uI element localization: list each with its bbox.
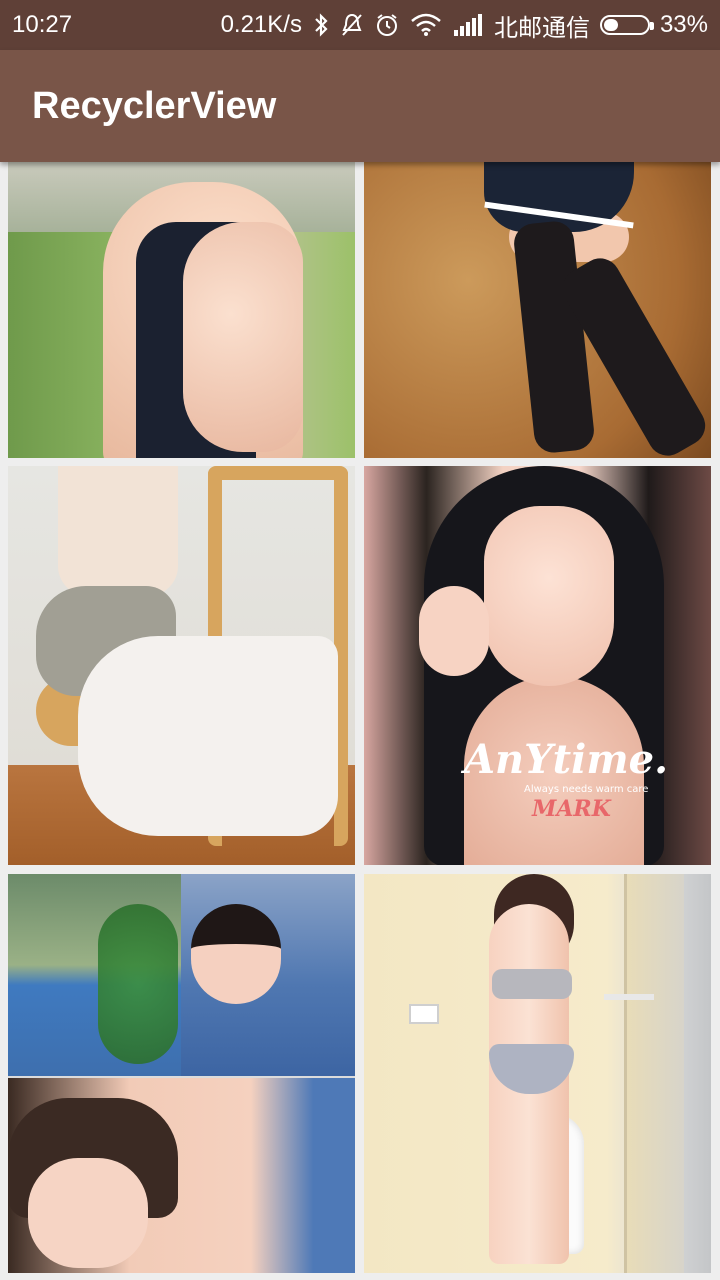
bluetooth-icon (312, 12, 330, 38)
collage-photo-3 (8, 1078, 355, 1273)
collage-photo-2 (181, 874, 355, 1076)
image-face (28, 1158, 148, 1268)
image-plant (98, 904, 178, 1064)
battery-fill (603, 19, 618, 31)
carrier-label: 北邮通信 (493, 14, 590, 42)
wifi-icon (410, 13, 442, 37)
image-clothing (492, 969, 572, 999)
watermark-title: AnYtime. (464, 736, 669, 783)
grid-item-image-1[interactable] (8, 162, 355, 458)
grid-item-image-3[interactable] (8, 466, 355, 865)
battery-icon (599, 15, 654, 35)
image-door (624, 874, 684, 1273)
status-bar: 10:27 0.21K/s 北邮通信 33% (0, 0, 720, 50)
grid-item-image-2[interactable] (364, 162, 711, 458)
watermark-mark: MARK (532, 796, 611, 822)
app-title: RecyclerView (32, 84, 277, 127)
image-shelf (604, 994, 654, 1000)
recycler-grid[interactable]: AnYtime. Always needs warm care MARK (0, 162, 720, 1280)
grid-item-image-6[interactable] (364, 874, 711, 1273)
image-hand (419, 586, 489, 676)
image-fixture (409, 1004, 439, 1024)
battery-percent: 33% (659, 11, 708, 38)
alarm-icon (374, 12, 400, 38)
image-legs (78, 636, 338, 836)
battery-tip (649, 22, 654, 30)
image-figure (58, 466, 178, 596)
image-arm (183, 222, 303, 452)
signal-icon (452, 14, 484, 36)
grid-item-image-4[interactable]: AnYtime. Always needs warm care MARK (364, 466, 711, 865)
status-right: 0.21K/s 北邮通信 33% (221, 8, 708, 43)
status-time: 10:27 (12, 11, 73, 38)
network-speed: 0.21K/s (220, 11, 302, 38)
watermark-subtitle: Always needs warm care (524, 784, 649, 795)
app-bar: RecyclerView (0, 50, 720, 162)
grid-item-image-5[interactable] (8, 874, 355, 1273)
image-face (191, 904, 281, 1004)
mute-icon (340, 12, 364, 38)
image-face (484, 506, 614, 686)
collage-photo-1 (8, 874, 181, 1076)
status-left: 10:27 (12, 11, 72, 39)
